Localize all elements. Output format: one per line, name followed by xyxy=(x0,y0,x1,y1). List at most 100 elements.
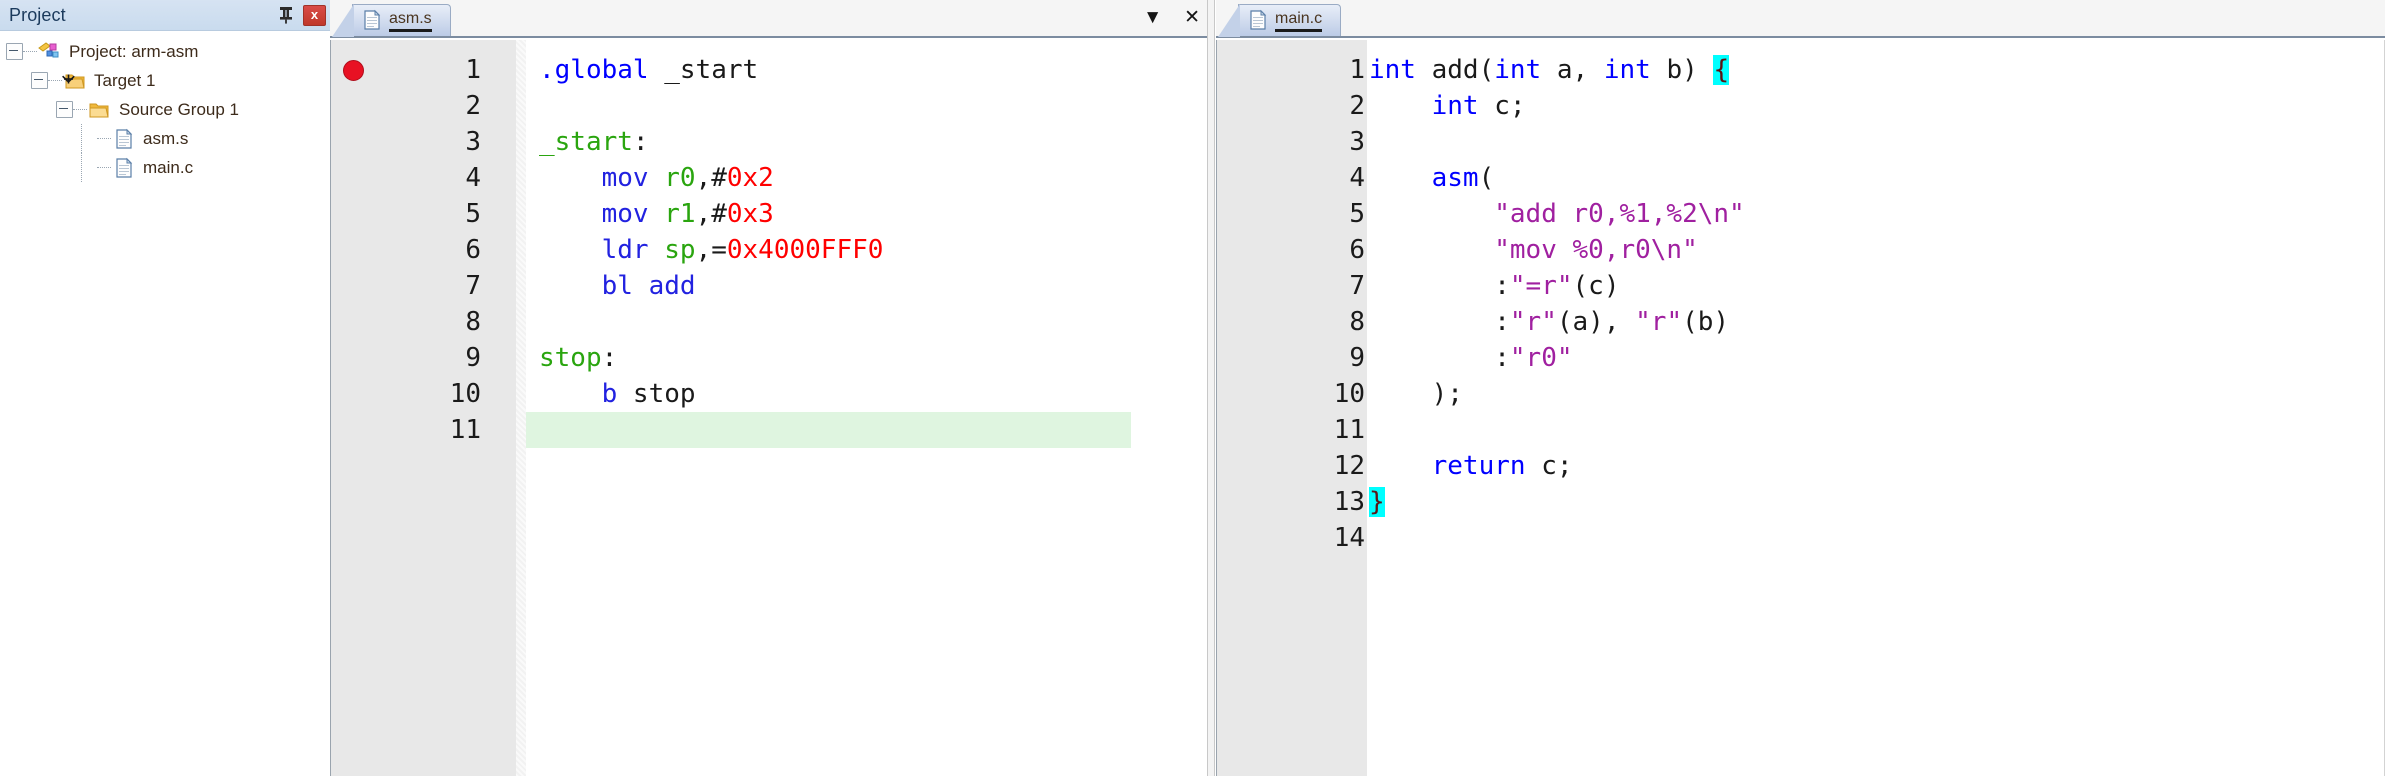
code-line[interactable]: asm( xyxy=(1369,160,1495,196)
code-token: mov xyxy=(601,199,649,229)
code-line[interactable]: int c; xyxy=(1369,88,1526,124)
tab-asm[interactable]: asm.s xyxy=(332,4,451,37)
current-line-highlight xyxy=(526,412,1131,448)
code-token: "r" xyxy=(1509,307,1557,337)
line-number: 8 xyxy=(465,307,481,337)
tree-expander-collapse[interactable] xyxy=(56,101,73,118)
project-panel-title: Project xyxy=(9,4,66,25)
tree-connector-line xyxy=(97,137,111,140)
file-icon xyxy=(111,157,136,179)
code-token: int xyxy=(1369,55,1416,85)
tab-main[interactable]: main.c xyxy=(1217,4,1342,37)
code-token: _start xyxy=(648,55,759,85)
close-document-button[interactable]: ✕ xyxy=(1184,8,1200,27)
gutter-change-strip xyxy=(516,40,526,776)
code-token: r1 xyxy=(664,199,696,229)
line-number: 2 xyxy=(465,91,481,121)
tree-item-source-group-1[interactable]: Source Group 1 xyxy=(0,95,330,124)
line-number: 7 xyxy=(1349,271,1365,301)
close-panel-button[interactable]: x xyxy=(303,4,326,26)
code-line[interactable]: "mov %0,r0\n" xyxy=(1369,232,1698,268)
code-token: .global xyxy=(539,55,649,85)
tree-item-label: asm.s xyxy=(143,128,189,148)
code-line[interactable]: ); xyxy=(1369,376,1463,412)
code-token: "add r0,%1,%2\n" xyxy=(1494,199,1745,229)
tree-item-asm-s[interactable]: asm.s xyxy=(0,124,330,153)
code-line[interactable]: } xyxy=(1369,484,1385,520)
code-token: : xyxy=(601,343,618,373)
tree-item-target-1[interactable]: Target 1 xyxy=(0,66,330,95)
code-line[interactable]: bl add xyxy=(539,268,696,304)
tab-list-dropdown[interactable]: ▼ xyxy=(1143,8,1162,27)
code-token: 0x4000FFF0 xyxy=(726,235,884,265)
code-token: ldr xyxy=(601,235,649,265)
code-token: ,= xyxy=(695,235,727,265)
tree-item-label: Project: arm-asm xyxy=(69,41,199,61)
tree-item-main-c[interactable]: main.c xyxy=(0,153,330,182)
line-number: 2 xyxy=(1349,91,1365,121)
code-token: b) xyxy=(1650,55,1714,85)
code-line[interactable]: stop: xyxy=(539,340,617,376)
code-token: b xyxy=(601,379,618,409)
code-line[interactable]: mov r1,#0x3 xyxy=(539,196,774,232)
code-token: return xyxy=(1431,451,1526,481)
tree-connector-line xyxy=(73,108,87,111)
line-number: 13 xyxy=(1333,487,1365,517)
code-token: r0 xyxy=(664,163,696,193)
code-token: ); xyxy=(1369,379,1463,409)
tree-connector-line xyxy=(97,166,111,169)
code-line[interactable]: mov r0,#0x2 xyxy=(539,160,774,196)
tree-connector-line xyxy=(23,50,37,53)
code-line[interactable]: :"=r"(c) xyxy=(1369,268,1619,304)
line-number: 14 xyxy=(1333,523,1365,553)
code-line[interactable]: .global _start xyxy=(539,52,758,88)
tree-expander-collapse[interactable] xyxy=(6,43,23,60)
pin-icon[interactable] xyxy=(278,6,294,24)
file-icon xyxy=(1245,9,1269,33)
code-line[interactable]: _start: xyxy=(539,124,649,160)
tree-leaf-connector xyxy=(81,124,97,153)
code-token: _start xyxy=(539,127,633,157)
tabstrip-main: main.c xyxy=(1216,0,2385,38)
tree-item-project[interactable]: Project: arm-asm xyxy=(0,37,330,66)
code-token: add( xyxy=(1415,55,1495,85)
code-token: stop xyxy=(617,379,696,409)
code-token: 0x2 xyxy=(726,163,774,193)
code-token: int xyxy=(1431,91,1479,121)
editor-main[interactable]: 1 int add(int a, int b) {2 int c; 3 4 asm(5… xyxy=(1216,40,2385,776)
line-number: 9 xyxy=(1349,343,1365,373)
code-token: mov xyxy=(601,163,649,193)
project-panel-header: Project x xyxy=(0,0,330,31)
code-token: : xyxy=(1494,307,1510,337)
tree-connector-line xyxy=(48,79,62,82)
tree-expander-collapse[interactable] xyxy=(31,72,48,89)
code-line[interactable]: ldr sp,=0x4000FFF0 xyxy=(539,232,884,268)
code-line[interactable]: int add(int a, int b) { xyxy=(1369,52,1730,88)
code-token: "mov %0,r0\n" xyxy=(1494,235,1698,265)
line-number: 1 xyxy=(1349,55,1365,85)
editor-asm[interactable]: 1 .global _start 2 3 _start: 4 mov r0,#0x2 5 m… xyxy=(330,40,1210,776)
tab-label: asm.s xyxy=(389,10,432,32)
code-token: : xyxy=(1494,271,1510,301)
code-token: sp xyxy=(664,235,696,265)
code-line[interactable]: "add r0,%1,%2\n" xyxy=(1369,196,1745,232)
project-icon xyxy=(37,41,62,63)
code-line[interactable]: :"r0" xyxy=(1369,340,1572,376)
code-line[interactable]: b stop xyxy=(539,376,696,412)
project-panel-header-tools: x xyxy=(278,0,326,30)
project-tree: Project: arm-asm Target 1 Source Group 1 as… xyxy=(0,31,330,182)
line-number: 4 xyxy=(1349,163,1365,193)
pane-splitter[interactable] xyxy=(1207,0,1215,776)
code-token: : xyxy=(1494,343,1510,373)
code-line[interactable]: return c; xyxy=(1369,448,1573,484)
code-line[interactable]: :"r"(a), "r"(b) xyxy=(1369,304,1729,340)
